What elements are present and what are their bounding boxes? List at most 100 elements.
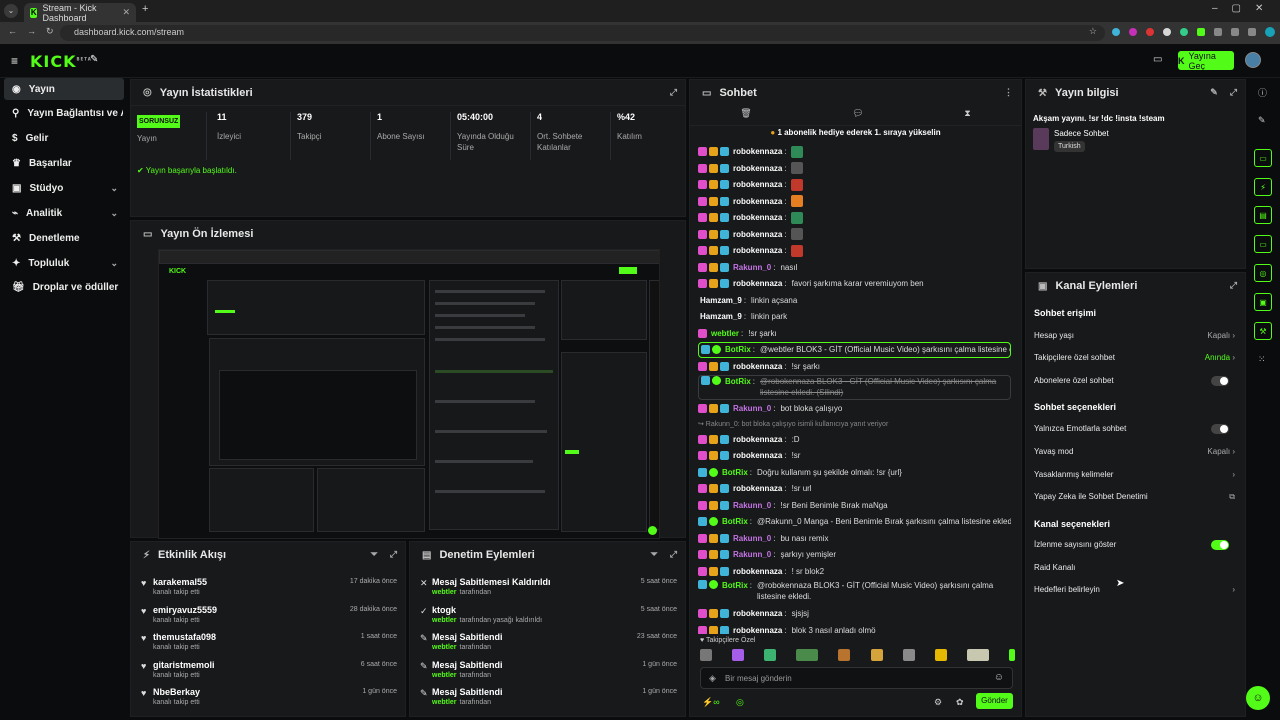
rail-chat-button[interactable]: ▭ xyxy=(1254,235,1272,253)
menu-icon[interactable]: ≡ xyxy=(11,54,18,68)
chat-username[interactable]: robokennaza xyxy=(733,626,782,634)
emoji-icon[interactable]: ☺ xyxy=(994,672,1004,683)
pin-icon[interactable]: ✎ xyxy=(90,54,98,65)
emote[interactable] xyxy=(902,649,915,661)
sidebar-item-analytics[interactable]: ⌁ Analitik ⌄ xyxy=(4,202,124,224)
studio-icon[interactable]: ▭ xyxy=(1153,54,1162,65)
chat-username[interactable]: BotRix xyxy=(725,345,751,354)
rewards-icon[interactable]: ◎ xyxy=(736,697,744,708)
stream-preview-video[interactable]: KICK xyxy=(158,249,660,539)
chat-username[interactable]: BotRix xyxy=(722,468,748,477)
edit-icon[interactable]: ✎ xyxy=(1210,87,1218,98)
chat-message[interactable]: Hamzam_9: linkin açsana xyxy=(698,293,1011,309)
chat-message[interactable]: BotRix: @robokennaza BLOK3 - GİT (Officia… xyxy=(698,580,1011,605)
filter-icon[interactable]: ⏷ xyxy=(651,549,658,560)
chat-username[interactable]: BotRix xyxy=(725,376,751,387)
chat-username[interactable]: robokennaza xyxy=(733,362,782,371)
window-controls[interactable]: –▢✕ xyxy=(1212,3,1277,14)
chat-message[interactable]: robokennaza: xyxy=(698,194,1011,210)
chat-username[interactable]: robokennaza xyxy=(733,230,782,239)
emote[interactable] xyxy=(1008,649,1015,661)
emote[interactable] xyxy=(934,649,947,661)
extension-icons[interactable] xyxy=(1112,27,1275,37)
bot-icon[interactable]: ✿ xyxy=(956,697,964,708)
toggle[interactable] xyxy=(1211,540,1229,550)
chat-message[interactable]: robokennaza::D xyxy=(698,432,1011,448)
chat-username[interactable]: robokennaza xyxy=(733,435,782,444)
rail-actions-button[interactable]: ▣ xyxy=(1254,293,1272,311)
chat-message[interactable]: robokennaza: !sr xyxy=(698,448,1011,464)
setting-show-viewcount[interactable]: İzlenme sayısını göster xyxy=(1034,540,1235,556)
chat-message[interactable]: robokennaza: sjsjsj xyxy=(698,606,1011,622)
chat-message[interactable]: Rakunn_0: şarkıyı yemişler xyxy=(698,547,1011,563)
chat-username[interactable]: BotRix xyxy=(722,517,748,526)
sidebar-item-stream-key[interactable]: ⚲Yayın Bağlantısı ve Anahtarı xyxy=(4,102,124,124)
chat-username[interactable]: Rakunn_0 xyxy=(733,534,771,543)
chat-username[interactable]: robokennaza xyxy=(733,180,782,189)
chat-message[interactable]: Rakunn_0: bu nası remix xyxy=(698,531,1011,547)
chat-username[interactable]: robokennaza xyxy=(733,451,782,460)
chat-username[interactable]: robokennaza xyxy=(733,279,782,288)
points-icon[interactable]: ⚡∞ xyxy=(702,697,720,708)
sidebar-item-drops[interactable]: 🎁︎ Droplar ve ödüller xyxy=(4,276,124,298)
avatar[interactable] xyxy=(1245,52,1261,68)
info-icon[interactable]: ⓘ xyxy=(1258,86,1267,99)
chat-username[interactable]: Rakunn_0 xyxy=(733,550,771,559)
trash-icon[interactable]: 🗑︎ xyxy=(740,108,751,125)
chat-message[interactable]: Rakunn_0: bot bloka çalışıyo xyxy=(698,401,1011,417)
setting-banned-words[interactable]: Yasaklanmış kelimeler › xyxy=(1034,470,1235,486)
send-button[interactable]: Gönder xyxy=(976,693,1013,709)
chat-username[interactable]: robokennaza xyxy=(733,213,782,222)
chat-username[interactable]: Rakunn_0 xyxy=(733,501,771,510)
support-chat-button[interactable]: ☺ xyxy=(1246,686,1270,710)
chat-bubble-icon[interactable]: 💬︎ xyxy=(852,108,863,125)
chat-message[interactable]: webtler: !sr şarkı xyxy=(698,326,1011,342)
sidebar-item-stream[interactable]: ◉ Yayın xyxy=(4,78,124,100)
chat-message[interactable]: Rakunn_0: nasıl xyxy=(698,260,1011,276)
toggle[interactable] xyxy=(1211,376,1229,386)
rail-stats-button[interactable]: ▭ xyxy=(1254,149,1272,167)
bookmark-star-icon[interactable]: ☆ xyxy=(1089,26,1097,37)
grid-icon[interactable]: ⁙ xyxy=(1258,354,1266,365)
chat-username[interactable]: Hamzam_9 xyxy=(700,296,742,305)
chat-reply-context[interactable]: ↪ Rakunn_0: bot bloka çalışıyo isimli ku… xyxy=(698,418,1011,431)
setting-account-age[interactable]: Hesap yaşı Kapalı › xyxy=(1034,331,1235,347)
sidebar-item-community[interactable]: ✦ Topluluk ⌄ xyxy=(4,252,124,274)
setting-ai-moderation[interactable]: Yapay Zeka ile Sohbet Denetimi ⧉ xyxy=(1034,492,1235,508)
chat-message[interactable]: robokennaza: !sr şarkı xyxy=(698,359,1011,375)
setting-emote-only[interactable]: Yalnızca Emotlarla sohbet xyxy=(1034,424,1235,440)
tab-close-icon[interactable]: ✕ xyxy=(122,7,130,18)
chat-message[interactable]: robokennaza: xyxy=(698,144,1011,160)
chat-username[interactable]: robokennaza xyxy=(733,147,782,156)
settings-icon[interactable]: ⚙ xyxy=(934,697,942,708)
chat-message[interactable]: robokennaza: favori şarkıma karar veremiu… xyxy=(698,276,1011,292)
tab-list-icon[interactable]: ⌄ xyxy=(4,4,18,18)
go-live-button[interactable]: K Yayına Geç xyxy=(1178,51,1234,71)
chat-message[interactable]: robokennaza: blok 3 nasıl anladı olmö xyxy=(698,623,1011,634)
edit-icon[interactable]: ✎ xyxy=(1258,115,1266,126)
chat-message[interactable]: BotRix: @Rakunn_0 Manga - Beni Benimle Bı… xyxy=(698,514,1011,530)
setting-goals[interactable]: Hedefleri belirleyin › xyxy=(1034,585,1235,601)
rail-info-button[interactable]: ⚒ xyxy=(1254,322,1272,340)
expand-icon[interactable]: ⤢ xyxy=(670,87,677,98)
chat-username[interactable]: BotRix xyxy=(722,580,748,591)
rail-preview-button[interactable]: ◎ xyxy=(1254,264,1272,282)
chat-message[interactable]: robokennaza: xyxy=(698,177,1011,193)
emote[interactable] xyxy=(838,649,851,661)
chat-username[interactable]: robokennaza xyxy=(733,567,782,576)
chat-message-input[interactable]: ◈ Bir mesaj gönderin ☺ xyxy=(700,667,1013,689)
expand-icon[interactable]: ⤢ xyxy=(1230,280,1237,291)
browser-tab[interactable]: K Stream - Kick Dashboard ✕ xyxy=(24,3,136,23)
chat-username[interactable]: robokennaza xyxy=(733,609,782,618)
sidebar-item-achievements[interactable]: ♛ Başarılar xyxy=(4,152,124,174)
expand-icon[interactable]: ⤢ xyxy=(1230,87,1237,98)
setting-slow-mode[interactable]: Yavaş mod Kapalı › xyxy=(1034,447,1235,463)
chat-message[interactable]: robokennaza: xyxy=(698,243,1011,259)
rail-events-button[interactable]: ⚡︎ xyxy=(1254,178,1272,196)
sidebar-item-studio[interactable]: ▣ Stüdyo ⌄ xyxy=(4,177,124,199)
chat-message[interactable]: Hamzam_9: linkin park xyxy=(698,309,1011,325)
chat-message[interactable]: robokennaza: !sr url xyxy=(698,481,1011,497)
gift-banner[interactable]: ● 1 abonelik hediye ederek 1. sıraya yük… xyxy=(690,128,1021,144)
setting-followers-only[interactable]: Takipçilere özel sohbet Anında › xyxy=(1034,353,1235,369)
url-input[interactable]: dashboard.kick.com/stream ☆ xyxy=(60,25,1105,41)
